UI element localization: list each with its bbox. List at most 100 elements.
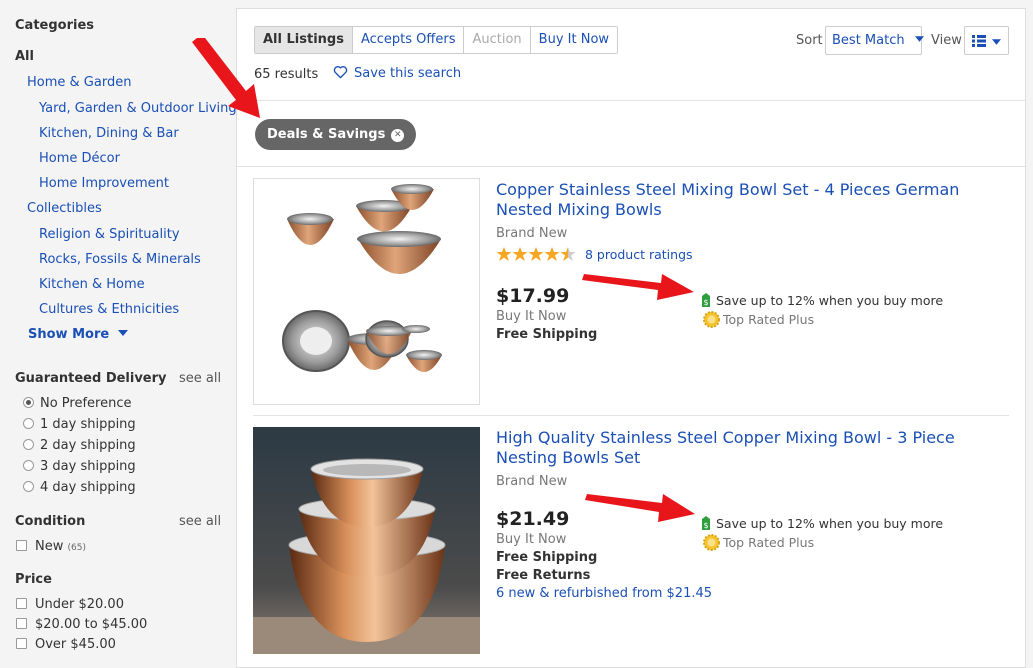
caret-down-icon — [117, 330, 128, 336]
item-2-shipping: Free Shipping — [496, 550, 598, 565]
item-2-refurbished-link[interactable]: 6 new & refurbished from $21.45 — [496, 586, 712, 601]
checkbox-label: $20.00 to $45.00 — [35, 617, 148, 632]
item-2-badge: Top Rated Plus — [723, 535, 815, 550]
delivery-option-no-preference[interactable]: No Preference — [23, 396, 132, 411]
red-arrow-annotation — [585, 494, 695, 522]
category-all[interactable]: All — [15, 49, 34, 64]
category-cultures[interactable]: Cultures & Ethnicities — [39, 302, 179, 317]
top-rated-seal-icon — [703, 311, 720, 328]
caret-down-icon — [992, 39, 1001, 45]
item-1-format: Buy It Now — [496, 309, 567, 324]
top-rated-seal-icon — [703, 534, 720, 551]
item-2-top-rated: Top Rated Plus — [703, 534, 814, 551]
caret-down-icon — [914, 36, 924, 42]
category-rocks-fossils[interactable]: Rocks, Fossils & Minerals — [39, 252, 201, 267]
item-2-image[interactable] — [253, 427, 480, 654]
close-icon[interactable]: ✕ — [391, 129, 405, 142]
item-1-top-rated: Top Rated Plus — [703, 311, 814, 328]
category-kitchen-home[interactable]: Kitchen & Home — [39, 277, 145, 292]
item-1-shipping: Free Shipping — [496, 327, 598, 342]
save-search-link[interactable]: Save this search — [333, 65, 461, 81]
category-home-decor[interactable]: Home Décor — [39, 151, 120, 166]
radio[interactable] — [23, 460, 34, 471]
category-collectibles[interactable]: Collectibles — [27, 201, 102, 216]
delivery-option-1-day[interactable]: 1 day shipping — [23, 417, 136, 432]
tab-buy-it-now[interactable]: Buy It Now — [530, 27, 618, 53]
categories-heading: Categories — [15, 18, 95, 33]
guaranteed-delivery-heading: Guaranteed Delivery — [15, 371, 167, 386]
price-option-under-20[interactable]: Under $20.00 — [16, 597, 124, 612]
red-arrow-annotation — [192, 38, 260, 118]
item-2-format: Buy It Now — [496, 532, 567, 547]
item-2-condition: Brand New — [496, 474, 568, 489]
price-tag-icon: $ — [702, 293, 710, 307]
checkbox[interactable] — [16, 638, 27, 649]
item-2-title[interactable]: High Quality Stainless Steel Copper Mixi… — [496, 428, 986, 468]
item-1-star-rating[interactable] — [496, 246, 576, 266]
radio[interactable] — [23, 418, 34, 429]
checkbox-label: Under $20.00 — [35, 597, 124, 612]
radio-label: 1 day shipping — [40, 417, 136, 432]
radio[interactable] — [23, 439, 34, 450]
condition-heading: Condition — [15, 514, 86, 529]
view-dropdown[interactable] — [964, 26, 1009, 55]
toolbar-divider — [237, 100, 1025, 101]
radio[interactable] — [23, 481, 34, 492]
item-1-image[interactable] — [253, 178, 480, 405]
checkbox-label: New — [35, 539, 64, 554]
svg-text:$: $ — [703, 298, 708, 307]
item-1-title[interactable]: Copper Stainless Steel Mixing Bowl Set -… — [496, 180, 986, 220]
listing-type-tabs: All Listings Accepts Offers Auction Buy … — [254, 26, 619, 54]
save-search-label: Save this search — [354, 66, 462, 81]
delivery-see-all-link[interactable]: see all — [179, 371, 221, 386]
filter-divider — [237, 166, 1025, 167]
item-2-promo: $ Save up to 12% when you buy more — [700, 516, 943, 531]
checkbox[interactable] — [16, 598, 27, 609]
category-religion[interactable]: Religion & Spirituality — [39, 227, 180, 242]
checkbox-label: Over $45.00 — [35, 637, 116, 652]
sort-dropdown[interactable]: Best Match — [825, 26, 924, 55]
item-1-promo-text: Save up to 12% when you buy more — [716, 293, 944, 308]
red-arrow-annotation — [582, 274, 694, 300]
tab-accepts-offers[interactable]: Accepts Offers — [352, 27, 465, 53]
item-1-price: $17.99 — [496, 285, 570, 307]
checkbox[interactable] — [16, 540, 27, 551]
item-1-condition: Brand New — [496, 226, 568, 241]
star-icon — [496, 247, 576, 261]
radio-selected[interactable] — [23, 397, 34, 408]
svg-text:$: $ — [703, 521, 708, 530]
list-view-icon — [972, 35, 986, 47]
item-2-returns: Free Returns — [496, 568, 591, 583]
filter-pill-label: Deals & Savings — [267, 127, 386, 142]
category-home-improvement[interactable]: Home Improvement — [39, 176, 169, 191]
item-2-promo-text: Save up to 12% when you buy more — [716, 516, 944, 531]
checkbox[interactable] — [16, 618, 27, 629]
condition-see-all-link[interactable]: see all — [179, 514, 221, 529]
price-option-20-45[interactable]: $20.00 to $45.00 — [16, 617, 147, 632]
item-1-promo: $ Save up to 12% when you buy more — [700, 293, 943, 308]
item-2-price: $21.49 — [496, 508, 570, 530]
sort-value: Best Match — [832, 33, 905, 48]
price-heading: Price — [15, 572, 52, 587]
copper-bowl-stack-photo — [253, 427, 480, 654]
condition-option-new[interactable]: New (65) — [16, 539, 86, 554]
category-kitchen-dining[interactable]: Kitchen, Dining & Bar — [39, 126, 179, 141]
deals-savings-filter-pill[interactable]: Deals & Savings ✕ — [255, 119, 417, 150]
show-more-label: Show More — [28, 327, 110, 342]
view-label: View — [931, 33, 962, 48]
radio-label: 2 day shipping — [40, 438, 136, 453]
delivery-option-4-day[interactable]: 4 day shipping — [23, 480, 136, 495]
show-more-button[interactable]: Show More — [28, 327, 128, 342]
tab-auction[interactable]: Auction — [464, 27, 531, 53]
price-tag-icon: $ — [702, 516, 710, 530]
sort-label: Sort — [796, 33, 823, 48]
tab-all-listings[interactable]: All Listings — [255, 27, 353, 53]
category-home-garden[interactable]: Home & Garden — [27, 75, 131, 90]
delivery-option-3-day[interactable]: 3 day shipping — [23, 459, 136, 474]
price-option-over-45[interactable]: Over $45.00 — [16, 637, 116, 652]
item-separator — [253, 415, 1009, 416]
item-1-ratings-link[interactable]: 8 product ratings — [585, 247, 693, 262]
radio-label: No Preference — [40, 396, 132, 411]
item-count: (65) — [67, 543, 86, 553]
delivery-option-2-day[interactable]: 2 day shipping — [23, 438, 136, 453]
